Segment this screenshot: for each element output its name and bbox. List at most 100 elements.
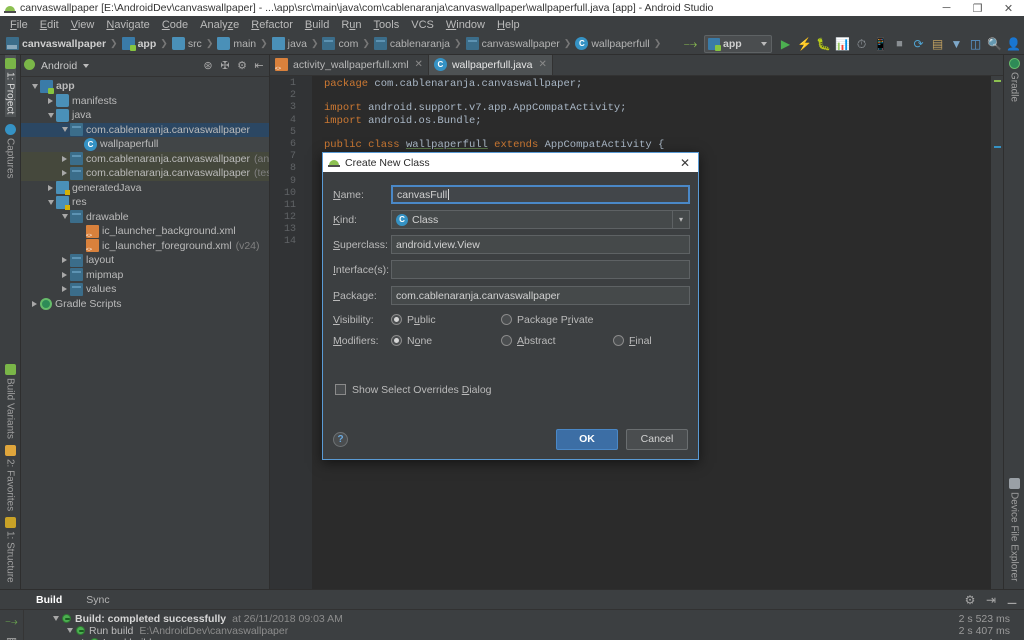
tree-item-layout[interactable]: layout xyxy=(21,253,269,268)
tree-item-values[interactable]: values xyxy=(21,282,269,297)
breadcrumb-app[interactable]: app ❯ xyxy=(121,37,172,51)
close-icon[interactable]: ✕ xyxy=(413,59,423,70)
chevron-down-icon[interactable] xyxy=(83,63,90,68)
tree-item-generatedjava[interactable]: generatedJava xyxy=(21,181,269,196)
name-input[interactable]: canvasFull xyxy=(391,185,690,204)
debug-icon[interactable]: 🐛 xyxy=(815,36,832,53)
sync-gradle-icon[interactable]: ⟳ xyxy=(910,36,927,53)
device-icon[interactable]: 📱 xyxy=(872,36,889,53)
minimize-button[interactable]: ─ xyxy=(931,0,962,16)
breadcrumb-main[interactable]: main ❯ xyxy=(217,37,271,50)
tree-item-ic-launcher-foreground[interactable]: ic_launcher_foreground.xml (v24) xyxy=(21,239,269,253)
build-row[interactable]: Load build xyxy=(24,637,1024,640)
search-icon[interactable]: 🔍 xyxy=(986,36,1003,53)
tree-item-mipmap[interactable]: mipmap xyxy=(21,268,269,283)
run-icon[interactable]: ▶ xyxy=(777,36,794,53)
chevron-right-icon[interactable] xyxy=(29,300,40,307)
run-configuration-selector[interactable]: app xyxy=(704,35,772,53)
tree-item-drawable[interactable]: drawable xyxy=(21,210,269,225)
radio-visibility-package-private[interactable]: Package Private xyxy=(501,314,593,326)
radio-modifier-none[interactable]: None xyxy=(391,335,501,347)
tree-item-res[interactable]: res xyxy=(21,195,269,210)
build-tree[interactable]: Build: completed successfully at 26/11/2… xyxy=(24,610,1024,640)
tree-item-package-main[interactable]: com.cablenaranja.canvaswallpaper xyxy=(21,122,269,137)
menu-file[interactable]: File xyxy=(4,18,34,32)
breadcrumb-canvaswallpaper-pkg[interactable]: canvaswallpaper ❯ xyxy=(465,37,576,50)
menu-navigate[interactable]: Navigate xyxy=(100,18,155,32)
chevron-down-icon[interactable] xyxy=(64,628,76,634)
monitor-icon[interactable]: ⏱ xyxy=(853,36,870,53)
tree-item-gradle-scripts[interactable]: Gradle Scripts xyxy=(21,297,269,312)
superclass-input[interactable]: android.view.View xyxy=(391,235,690,254)
collapse-all-icon[interactable]: ⊛ xyxy=(201,59,215,73)
build-row[interactable]: Build: completed successfully at 26/11/2… xyxy=(24,613,1024,625)
chevron-right-icon[interactable] xyxy=(59,271,70,278)
tree-item-java[interactable]: java xyxy=(21,108,269,123)
settings-icon[interactable]: ⚙ xyxy=(962,592,978,608)
breadcrumb-canvaswallpaper[interactable]: canvaswallpaper ❯ xyxy=(6,37,122,50)
chevron-down-icon[interactable] xyxy=(59,214,70,220)
chevron-down-icon[interactable] xyxy=(50,616,62,622)
radio-visibility-public[interactable]: Public xyxy=(391,314,501,326)
menu-vcs[interactable]: VCS xyxy=(405,18,440,32)
chevron-down-icon[interactable]: ▾ xyxy=(672,211,689,228)
tree-item-package-test[interactable]: com.cablenaranja.canvaswallpaper (test) xyxy=(21,166,269,181)
close-icon[interactable]: ✕ xyxy=(674,153,696,172)
chevron-right-icon[interactable] xyxy=(59,286,70,293)
tab-wallpaperfull-java[interactable]: C wallpaperfull.java ✕ xyxy=(428,54,553,75)
package-input[interactable]: com.cablenaranja.canvaswallpaper xyxy=(391,286,690,305)
hammer-icon[interactable]: ⤍ xyxy=(682,36,699,53)
tool-button-favorites[interactable]: 2: Favorites xyxy=(4,442,16,514)
maximize-button[interactable]: ❐ xyxy=(962,0,993,16)
chevron-down-icon[interactable] xyxy=(45,199,56,205)
menu-build[interactable]: Build xyxy=(299,18,335,32)
avd-manager-icon[interactable]: ▤ xyxy=(929,36,946,53)
show-overrides-checkbox[interactable] xyxy=(335,384,346,395)
chevron-down-icon[interactable] xyxy=(59,127,70,133)
chevron-right-icon[interactable] xyxy=(59,170,70,177)
tool-button-device-file-explorer[interactable]: Device File Explorer xyxy=(1008,475,1020,589)
ok-button[interactable]: OK xyxy=(556,428,618,450)
menu-run[interactable]: Run xyxy=(335,18,367,32)
chevron-right-icon[interactable] xyxy=(59,257,70,264)
breadcrumb-java[interactable]: java ❯ xyxy=(271,37,323,50)
tree-item-app[interactable]: app xyxy=(21,79,269,94)
tab-activity-wallpaperfull-xml[interactable]: activity_wallpaperfull.xml ✕ xyxy=(270,54,429,75)
tool-button-captures[interactable]: Captures xyxy=(4,121,16,182)
layout-inspector-icon[interactable]: ◫ xyxy=(967,36,984,53)
minimize-panel-icon[interactable]: ⚊ xyxy=(1004,592,1020,608)
project-view-selector[interactable]: Android xyxy=(41,60,77,72)
tool-button-project[interactable]: 1: Project xyxy=(4,55,16,118)
kind-select[interactable]: C Class ▾ xyxy=(391,210,690,229)
tool-button-build-variants[interactable]: Build Variants xyxy=(4,361,16,442)
hide-icon[interactable]: ⇥ xyxy=(983,592,999,608)
interfaces-input[interactable] xyxy=(391,260,690,279)
menu-help[interactable]: Help xyxy=(491,18,526,32)
chevron-down-icon[interactable] xyxy=(29,83,40,89)
close-icon[interactable]: ✕ xyxy=(536,59,546,70)
stop-icon[interactable]: ■ xyxy=(891,36,908,53)
tool-button-gradle[interactable]: Gradle xyxy=(1008,55,1020,105)
tab-sync[interactable]: Sync xyxy=(74,594,121,606)
sdk-manager-icon[interactable]: ▼ xyxy=(948,36,965,53)
cancel-button[interactable]: Cancel xyxy=(626,428,688,450)
apply-changes-icon[interactable]: ⚡ xyxy=(796,36,813,53)
chevron-down-icon[interactable] xyxy=(45,112,56,118)
hide-icon[interactable]: ⇤ xyxy=(252,59,266,73)
error-stripe-mark[interactable] xyxy=(994,146,1001,148)
menu-refactor[interactable]: Refactor xyxy=(245,18,299,32)
tree-item-package-androidtest[interactable]: com.cablenaranja.canvaswallpaper (androi… xyxy=(21,151,269,166)
chevron-right-icon[interactable] xyxy=(45,97,56,104)
error-stripe-mark[interactable] xyxy=(994,80,1001,82)
help-button[interactable]: ? xyxy=(333,431,348,447)
build-row[interactable]: Run build E:\AndroidDev\canvaswallpaper xyxy=(24,625,1024,637)
menu-code[interactable]: Code xyxy=(156,18,194,32)
breadcrumb-wallpaperfull[interactable]: C wallpaperfull ❯ xyxy=(575,37,665,50)
chevron-right-icon[interactable] xyxy=(59,155,70,162)
breadcrumb-src[interactable]: src ❯ xyxy=(171,37,218,50)
chevron-right-icon[interactable] xyxy=(45,184,56,191)
editor-gutter[interactable]: 1 2 3 4 5 6 7 8 9 10 11 12 13 14 xyxy=(270,76,312,589)
tree-item-manifests[interactable]: manifests xyxy=(21,94,269,109)
menu-analyze[interactable]: Analyze xyxy=(194,18,245,32)
tree-item-wallpaperfull[interactable]: C wallpaperfull xyxy=(21,137,269,152)
